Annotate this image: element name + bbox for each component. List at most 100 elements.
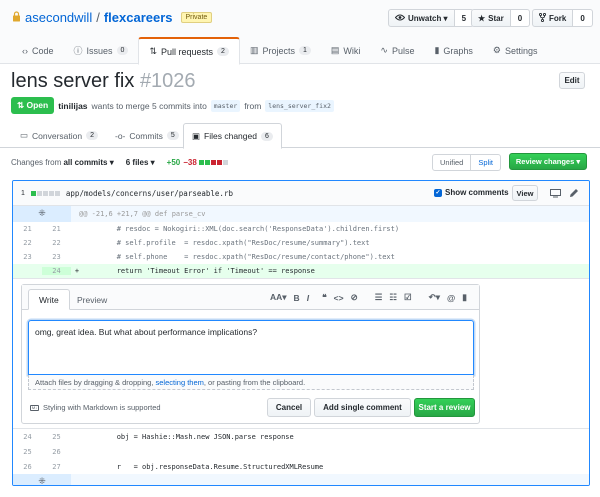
issue-icon: ⓘ bbox=[73, 46, 83, 56]
diffstat-bar bbox=[198, 159, 228, 165]
forks-count[interactable]: 0 bbox=[573, 9, 593, 27]
select-files-link[interactable]: selecting them bbox=[156, 378, 204, 387]
comment-form-tabs: Write Preview AA▾ B I ❝ <> ⊘ ☰ ☷ ☑ ↶▾ @ … bbox=[22, 285, 479, 310]
file-path-link[interactable]: app/models/concerns/user/parseable.rb bbox=[66, 189, 233, 198]
expand-footer: ⁜ bbox=[13, 474, 589, 485]
tab-preview[interactable]: Preview bbox=[67, 289, 117, 310]
old-line-number[interactable]: 26 bbox=[13, 463, 42, 471]
stars-count[interactable]: 0 bbox=[510, 9, 531, 27]
new-line-number[interactable]: 22 bbox=[42, 239, 71, 247]
comment-textarea[interactable]: omg, great idea. But what about performa… bbox=[28, 320, 474, 375]
file-changes-count: 1 bbox=[21, 189, 25, 197]
repo-nav: ‹› Code ⓘ Issues 0 ⇅ Pull requests 2 ▥ P… bbox=[12, 37, 548, 65]
link-icon[interactable]: ⊘ bbox=[351, 292, 358, 303]
fork-label: Fork bbox=[549, 13, 567, 23]
tab-files-changed[interactable]: ▣ Files changed 6 bbox=[183, 123, 282, 149]
old-line-number[interactable]: 21 bbox=[13, 225, 42, 233]
tab-conversation[interactable]: ▭ Conversation 2 bbox=[12, 123, 106, 148]
review-changes-button[interactable]: Review changes ▾ bbox=[509, 153, 587, 170]
nav-wiki[interactable]: ▤ Wiki bbox=[321, 37, 371, 64]
nav-settings[interactable]: ⚙ Settings bbox=[483, 37, 548, 64]
header-icon[interactable]: AA▾ bbox=[270, 292, 287, 303]
nav-projects[interactable]: ▥ Projects 1 bbox=[240, 37, 321, 64]
diff-view-toggle: Unified Split bbox=[432, 153, 501, 171]
project-icon: ▥ bbox=[249, 45, 259, 55]
split-button[interactable]: Split bbox=[471, 153, 501, 171]
files-dropdown[interactable]: 6 files ▾ bbox=[126, 158, 155, 167]
expand-icon[interactable]: ⁜ bbox=[13, 206, 71, 222]
view-file-button[interactable]: View bbox=[512, 185, 538, 201]
code-line: r = obj.responseData.Resume.StructuredXM… bbox=[83, 462, 324, 471]
unordered-list-icon[interactable]: ☰ bbox=[375, 292, 383, 303]
hunk-header: ⁜ @@ -21,6 +21,7 @@ def parse_cv bbox=[13, 206, 589, 222]
nav-pull-requests[interactable]: ⇅ Pull requests 2 bbox=[138, 37, 240, 65]
desktop-icon[interactable] bbox=[550, 189, 561, 200]
new-line-number[interactable]: 25 bbox=[42, 433, 71, 441]
nav-issues[interactable]: ⓘ Issues 0 bbox=[64, 37, 139, 64]
code-icon[interactable]: <> bbox=[334, 293, 344, 303]
start-review-button[interactable]: Start a review bbox=[414, 398, 475, 417]
pr-meta: ⇅ Open tinilijas wants to merge 5 commit… bbox=[11, 97, 334, 114]
code-icon: ‹› bbox=[22, 45, 28, 56]
author-link[interactable]: tinilijas bbox=[58, 101, 87, 111]
head-branch[interactable]: lens_server_fix2 bbox=[265, 99, 334, 112]
markdown-note[interactable]: M↓ Styling with Markdown is supported bbox=[30, 403, 161, 412]
unwatch-button[interactable]: Unwatch ▾ bbox=[388, 9, 455, 27]
old-line-number[interactable]: 23 bbox=[13, 253, 42, 261]
code-line: # self.profile = resdoc.xpath("ResDoc/re… bbox=[83, 239, 370, 247]
new-line-number[interactable]: 26 bbox=[42, 448, 71, 456]
bold-icon[interactable]: B bbox=[294, 293, 300, 303]
diff-line: 23 23 # self.phone = resdoc.xpath("ResDo… bbox=[13, 250, 589, 264]
old-line-number[interactable]: 24 bbox=[13, 433, 42, 441]
new-line-number[interactable]: 21 bbox=[42, 225, 71, 233]
base-branch[interactable]: master bbox=[210, 99, 241, 112]
add-single-comment-button[interactable]: Add single comment bbox=[314, 398, 411, 417]
edit-button[interactable]: Edit bbox=[559, 72, 585, 89]
diff-line: 22 22 # self.profile = resdoc.xpath("Res… bbox=[13, 236, 589, 250]
diff-line: 21 21 # resdoc = Nokogiri::XML(doc.searc… bbox=[13, 222, 589, 236]
expand-icon[interactable]: ⁜ bbox=[13, 474, 71, 485]
unwatch-label: Unwatch ▾ bbox=[408, 13, 448, 23]
old-line-number[interactable]: 25 bbox=[13, 448, 42, 456]
quote-icon[interactable]: ❝ bbox=[322, 292, 327, 303]
repo-owner-link[interactable]: asecondwill bbox=[25, 10, 92, 25]
gear-icon: ⚙ bbox=[492, 45, 501, 55]
pull-request-icon: ⇅ bbox=[149, 46, 157, 56]
pr-title-text: lens server fix bbox=[11, 70, 135, 92]
mention-icon[interactable]: @ bbox=[447, 293, 455, 303]
inline-comment-container: Write Preview AA▾ B I ❝ <> ⊘ ☰ ☷ ☑ ↶▾ @ … bbox=[13, 278, 589, 429]
file-diffstat-bar bbox=[30, 190, 60, 196]
unified-button[interactable]: Unified bbox=[432, 153, 472, 171]
commits-count: 5 bbox=[166, 131, 179, 140]
ordered-list-icon[interactable]: ☷ bbox=[389, 292, 397, 303]
comment-icon: ▭ bbox=[20, 130, 29, 140]
star-button[interactable]: ★ Star bbox=[471, 9, 511, 27]
nav-code[interactable]: ‹› Code bbox=[12, 37, 64, 64]
bookmark-icon[interactable]: ▮ bbox=[462, 292, 467, 303]
old-line-number[interactable]: 22 bbox=[13, 239, 42, 247]
task-list-icon[interactable]: ☑ bbox=[404, 292, 412, 303]
fork-icon bbox=[538, 12, 547, 24]
nav-pulse[interactable]: ∿ Pulse bbox=[370, 37, 424, 64]
reply-icon[interactable]: ↶▾ bbox=[429, 292, 440, 303]
fork-button[interactable]: Fork bbox=[532, 9, 574, 27]
new-line-number[interactable]: 24 bbox=[42, 267, 71, 275]
star-icon: ★ bbox=[478, 13, 486, 23]
nav-graphs[interactable]: ▮ Graphs bbox=[424, 37, 482, 64]
new-line-number[interactable]: 23 bbox=[42, 253, 71, 261]
new-line-number[interactable]: 27 bbox=[42, 463, 71, 471]
tab-write[interactable]: Write bbox=[28, 289, 70, 310]
show-comments-toggle[interactable]: ✓ Show comments bbox=[434, 188, 509, 197]
italic-icon[interactable]: I bbox=[307, 293, 309, 303]
repo-name-link[interactable]: flexcareers bbox=[104, 10, 173, 25]
diff-line: 24 25 obj = Hashie::Mash.new JSON.parse … bbox=[13, 429, 589, 444]
from-label: from bbox=[244, 100, 262, 111]
attach-files-bar[interactable]: Attach files by dragging & dropping, sel… bbox=[28, 375, 474, 390]
pencil-icon[interactable] bbox=[569, 188, 579, 200]
code-line: return 'Timeout Error' if 'Timeout' == r… bbox=[83, 267, 315, 275]
tab-commits[interactable]: -o- Commits 5 bbox=[107, 123, 187, 148]
hunk-text: @@ -21,6 +21,7 @@ def parse_cv bbox=[79, 210, 206, 218]
pr-number: #1026 bbox=[139, 70, 196, 92]
commits-filter-dropdown[interactable]: all commits ▾ bbox=[63, 158, 113, 167]
cancel-button[interactable]: Cancel bbox=[267, 398, 311, 417]
